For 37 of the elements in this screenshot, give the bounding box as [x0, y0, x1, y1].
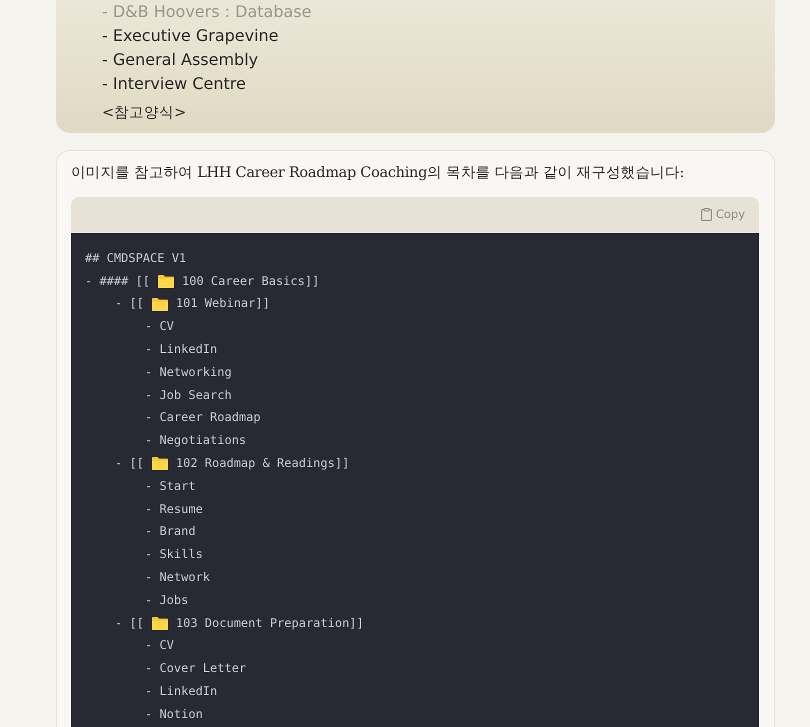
message-text: 이미지를 참고하여 LHH Career Roadmap Coaching의 목차를 다음과 같이 재구성했습니다: [71, 164, 686, 183]
code-line: - Skills [145, 546, 203, 564]
folder-icon [152, 296, 168, 311]
code-line: - CV [145, 318, 174, 336]
note-text: <참고양식> [102, 104, 188, 123]
list-item: - Executive Grapevine [102, 25, 280, 47]
code-text: 103 Document Preparation]] [176, 614, 364, 632]
folder-icon [158, 274, 174, 288]
code-text: - #### [[ [85, 272, 150, 290]
code-line: - Negotiations [145, 432, 246, 450]
code-text: - [[ [115, 614, 144, 632]
code-line: - Start [145, 478, 196, 495]
code-text: - [[ [115, 454, 144, 472]
code-line: - LinkedIn [145, 340, 218, 358]
folder-icon [152, 616, 168, 630]
code-text: 100 Career Basics]] [182, 272, 320, 290]
code-text: 101 Webinar]] [176, 295, 270, 312]
code-line: ## CMDSPACE V1 [85, 250, 188, 267]
list-item: - Interview Centre [102, 73, 247, 95]
list-item: - General Assembly [102, 49, 260, 71]
code-line: - Networking [145, 364, 232, 381]
copy-button[interactable]: Copy [700, 206, 745, 224]
code-line: - Job Search [145, 386, 232, 404]
code-line: - CV [145, 637, 174, 654]
code-line: - Resume [145, 500, 203, 518]
code-text: - [[ [115, 295, 144, 312]
code-line: - Jobs [145, 592, 188, 609]
list-item: - D&B Hoovers : Database [102, 1, 312, 23]
folder-icon [152, 456, 168, 470]
code-text: 102 Roadmap & Readings]] [176, 454, 350, 472]
code-line: - Notion [145, 706, 203, 723]
clipboard-icon [700, 208, 712, 222]
code-line: - Network [145, 568, 210, 586]
code-line: - LinkedIn [145, 682, 218, 700]
code-line: - Career Roadmap [145, 409, 261, 426]
code-line: - Cover Letter [145, 660, 246, 678]
code-line: - Brand [145, 523, 196, 540]
